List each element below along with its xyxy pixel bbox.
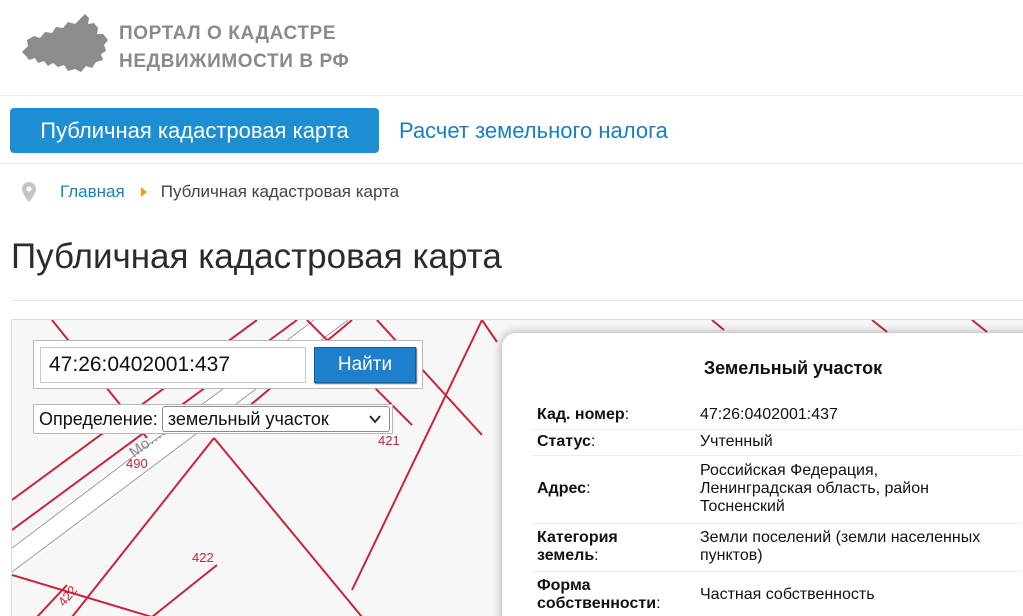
chevron-down-icon [369, 415, 381, 424]
title-divider [11, 300, 1023, 301]
nav-item-land-tax[interactable]: Расчет земельного налога [399, 108, 668, 153]
parcel-number-label: 421 [378, 433, 400, 448]
row-value: Земли поселений (земли населенных пункто… [700, 529, 981, 564]
breadcrumb: Главная Публичная кадастровая карта [22, 178, 399, 206]
nav-divider [0, 163, 1023, 164]
row-label: Категория [537, 529, 618, 546]
table-row: Статус: Учтенный [532, 429, 1022, 455]
row-label: собственности [537, 595, 657, 613]
site-logo-text[interactable]: ПОРТАЛ О КАДАСТРЕ НЕДВИЖИМОСТИ В РФ [119, 20, 349, 76]
russia-map-icon[interactable] [18, 12, 110, 76]
find-button[interactable]: Найти [314, 347, 416, 383]
page-title: Публичная кадастровая карта [11, 237, 502, 276]
logo-line-2: НЕДВИЖИМОСТИ В РФ [119, 51, 350, 72]
definition-selected-value: земельный участок [167, 408, 329, 429]
definition-panel: Определение: земельный участок [33, 404, 393, 434]
breadcrumb-arrow-icon [140, 187, 147, 197]
row-value: 47:26:0402001:437 [700, 405, 838, 423]
row-label: Кад. номер [537, 405, 625, 423]
logo-line-1: ПОРТАЛ О КАДАСТРЕ [119, 23, 337, 44]
table-row: Категория земель: Земли поселений (земли… [532, 523, 1022, 571]
table-row: Кад. номер: 47:26:0402001:437 [532, 401, 1022, 429]
site-header: ПОРТАЛ О КАДАСТРЕ НЕДВИЖИМОСТИ В РФ [0, 0, 1023, 95]
row-value: Частная собственность [700, 586, 875, 604]
row-value: Учтенный [700, 433, 773, 450]
row-label: Форма [537, 577, 591, 595]
row-value: Российская Федерация, Ленинградская обла… [700, 462, 929, 515]
table-row: Адрес: Российская Федерация, Ленинградск… [532, 455, 1022, 523]
card-title: Земельный участок [703, 358, 883, 378]
header-divider [0, 95, 1023, 96]
parcel-info-table: Кад. номер: 47:26:0402001:437 Статус: Уч… [532, 401, 1022, 616]
parcel-info-card: Земельный участок Кад. номер: 47:26:0402… [502, 333, 1023, 616]
breadcrumb-current: Публичная кадастровая карта [160, 182, 400, 201]
row-label: земель [537, 547, 595, 564]
row-label: Статус [537, 433, 591, 450]
cadastral-number-input[interactable] [40, 347, 306, 383]
parcel-number-label: 422 [192, 550, 214, 565]
definition-label: Определение: [39, 408, 158, 429]
breadcrumb-home-link[interactable]: Главная [60, 182, 125, 202]
row-label: Адрес [537, 480, 587, 497]
location-pin-icon [22, 182, 36, 202]
nav-item-cadastral-map[interactable]: Публичная кадастровая карта [10, 108, 379, 153]
definition-select[interactable]: земельный участок [161, 406, 390, 432]
table-row: Форма собственности: Частная собственнос… [532, 571, 1022, 616]
search-panel: Найти [33, 340, 423, 389]
